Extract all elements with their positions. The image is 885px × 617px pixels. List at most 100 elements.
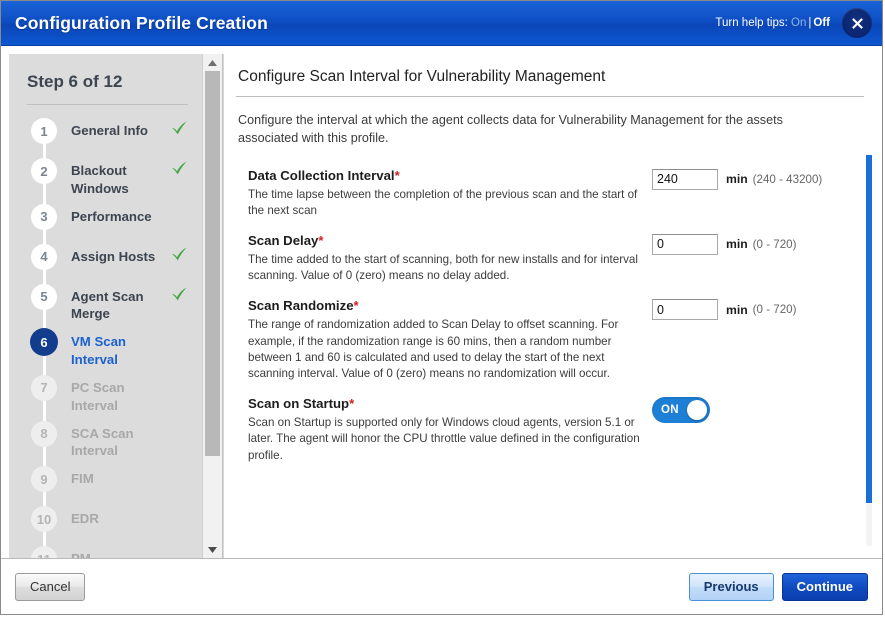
sidebar-step-edr: 10 EDR	[9, 503, 202, 543]
field-row: Scan on Startup* Scan on Startup is suppo…	[238, 396, 882, 464]
field-label-text: Scan Randomize	[248, 298, 354, 314]
chevron-up-icon	[207, 54, 218, 72]
page-intro-text: Configure the interval at which the agen…	[238, 113, 783, 146]
sidebar-step-assign-hosts[interactable]: 4 Assign Hosts	[9, 241, 202, 281]
field-scan-on-startup: Scan on Startup* Scan on Startup is suppo…	[224, 382, 882, 464]
field-label-text: Scan on Startup	[248, 396, 350, 412]
field-text-column: Scan Delay* The time added to the start o…	[238, 233, 648, 284]
step-label: General Info	[71, 123, 148, 138]
input-data-collection-interval[interactable]	[652, 168, 718, 190]
field-control-column: min (0 - 720)	[652, 233, 797, 255]
field-description: The time lapse between the completion of…	[248, 187, 638, 217]
field-label: Scan Delay*	[248, 233, 648, 248]
cancel-button[interactable]: Cancel	[15, 572, 86, 601]
wizard-step-list: 1 General Info 2 Blackout Windows 3 Performan…	[9, 111, 202, 558]
field-label-text: Data Collection Interval	[248, 167, 395, 183]
step-number-badge: 3	[31, 203, 57, 230]
field-text-column: Data Collection Interval* The time lapse …	[238, 168, 648, 219]
field-description: The range of randomization added to Scan…	[248, 318, 619, 381]
page-title: Configure Scan Interval for Vulnerabilit…	[238, 68, 606, 85]
chevron-down-icon	[207, 541, 218, 559]
configuration-profile-dialog: Configuration Profile Creation Turn help…	[0, 0, 883, 615]
field-label: Scan on Startup*	[248, 396, 648, 411]
step-label: EDR	[71, 511, 99, 527]
step-check-placeholder	[171, 332, 188, 351]
field-scan-delay: Scan Delay* The time added to the start o…	[224, 219, 882, 284]
toggle-knob	[687, 400, 707, 421]
step-check-placeholder	[171, 207, 188, 226]
input-scan-delay[interactable]	[652, 233, 718, 255]
field-description: Scan on Startup is supported only for Wi…	[248, 416, 640, 462]
field-label-text: Scan Delay	[248, 232, 319, 248]
field-row: Data Collection Interval* The time lapse …	[238, 168, 882, 219]
step-number-badge: 9	[31, 466, 57, 493]
field-list: Data Collection Interval* The time lapse …	[224, 154, 882, 464]
step-label: FIM	[71, 471, 94, 487]
step-complete-check-icon	[171, 247, 188, 266]
help-tips-control: Turn help tips: On | Off	[715, 17, 830, 29]
step-check-placeholder	[171, 509, 188, 528]
step-check-placeholder	[171, 469, 188, 488]
help-tips-off-link[interactable]: Off	[813, 17, 830, 29]
main-scroll-area: Configure the interval at which the agen…	[224, 97, 882, 558]
close-button[interactable]	[842, 8, 872, 38]
step-complete-check-icon	[171, 161, 188, 180]
dialog-title: Configuration Profile Creation	[15, 12, 268, 33]
step-check-placeholder	[171, 378, 188, 397]
field-allowed-range: (0 - 720)	[752, 237, 797, 251]
help-tips-separator: |	[808, 17, 812, 29]
step-number-badge: 2	[31, 158, 57, 184]
required-marker: *	[394, 167, 400, 183]
step-number-badge: 11	[31, 546, 57, 558]
sidebar-scroll-thumb[interactable]	[205, 71, 220, 457]
sidebar-step-pc-scan-interval: 7 PC Scan Interval	[9, 372, 202, 418]
help-tips-label: Turn help tips:	[715, 17, 788, 29]
step-label: Performance	[71, 208, 152, 224]
sidebar-scrollbar[interactable]	[202, 54, 222, 558]
field-unit: min	[726, 302, 748, 317]
field-text-column: Scan on Startup* Scan on Startup is suppo…	[238, 396, 648, 464]
dialog-footer: Cancel Previous Continue	[1, 558, 882, 614]
step-label: Blackout Windows	[71, 163, 129, 196]
main-scrollbar[interactable]	[866, 155, 872, 546]
field-control-column: min (0 - 720)	[652, 298, 797, 321]
step-complete-check-icon	[171, 287, 188, 306]
field-row: Scan Delay* The time added to the start o…	[238, 233, 882, 284]
field-allowed-range: (0 - 720)	[752, 303, 797, 317]
field-unit: min	[726, 237, 748, 252]
sidebar-step-pm: 11 PM	[9, 543, 202, 558]
dialog-titlebar: Configuration Profile Creation Turn help…	[1, 1, 882, 46]
sidebar-step-vm-scan-interval[interactable]: 6 VM Scan Interval	[9, 326, 202, 372]
continue-button[interactable]: Continue	[781, 572, 868, 601]
sidebar-divider	[27, 104, 188, 105]
step-number-badge: 1	[31, 118, 57, 144]
field-scan-randomize: Scan Randomize* The range of randomizatio…	[224, 284, 882, 382]
field-label: Data Collection Interval*	[248, 168, 648, 183]
step-number-badge: 5	[31, 283, 57, 310]
input-scan-randomize[interactable]	[652, 299, 718, 321]
toggle-scan-on-startup[interactable]: ON	[652, 397, 710, 424]
step-complete-check-icon	[171, 121, 188, 140]
footer-primary-actions: Previous Continue	[688, 572, 868, 601]
step-label: SCA Scan Interval	[71, 425, 134, 459]
sidebar-scroll-up-button[interactable]	[203, 54, 222, 71]
step-number-badge: 10	[31, 506, 57, 533]
sidebar-scroll-down-button[interactable]	[203, 541, 222, 558]
step-label: PM	[71, 550, 171, 558]
step-label: VM Scan Interval	[71, 334, 126, 368]
help-tips-on-link[interactable]: On	[791, 17, 806, 29]
required-marker: *	[349, 396, 355, 412]
sidebar-step-blackout-windows[interactable]: 2 Blackout Windows	[9, 155, 202, 201]
sidebar-step-agent-scan-merge[interactable]: 5 Agent Scan Merge	[9, 281, 202, 327]
step-check-placeholder	[171, 549, 188, 558]
sidebar-step-performance[interactable]: 3 Performance	[9, 201, 202, 241]
field-text-column: Scan Randomize* The range of randomizatio…	[238, 298, 648, 382]
previous-button[interactable]: Previous	[688, 572, 774, 601]
sidebar-scroll-track[interactable]	[203, 71, 222, 541]
step-number-badge: 4	[31, 243, 57, 270]
main-scroll-thumb[interactable]	[866, 155, 872, 503]
main-content: Configure Scan Interval for Vulnerabilit…	[223, 54, 882, 558]
sidebar-step-general-info[interactable]: 1 General Info	[9, 115, 202, 155]
wizard-sidebar: Step 6 of 12 1 General Info 2 Blackout Wind…	[9, 54, 223, 558]
step-number-badge: 7	[31, 374, 57, 401]
